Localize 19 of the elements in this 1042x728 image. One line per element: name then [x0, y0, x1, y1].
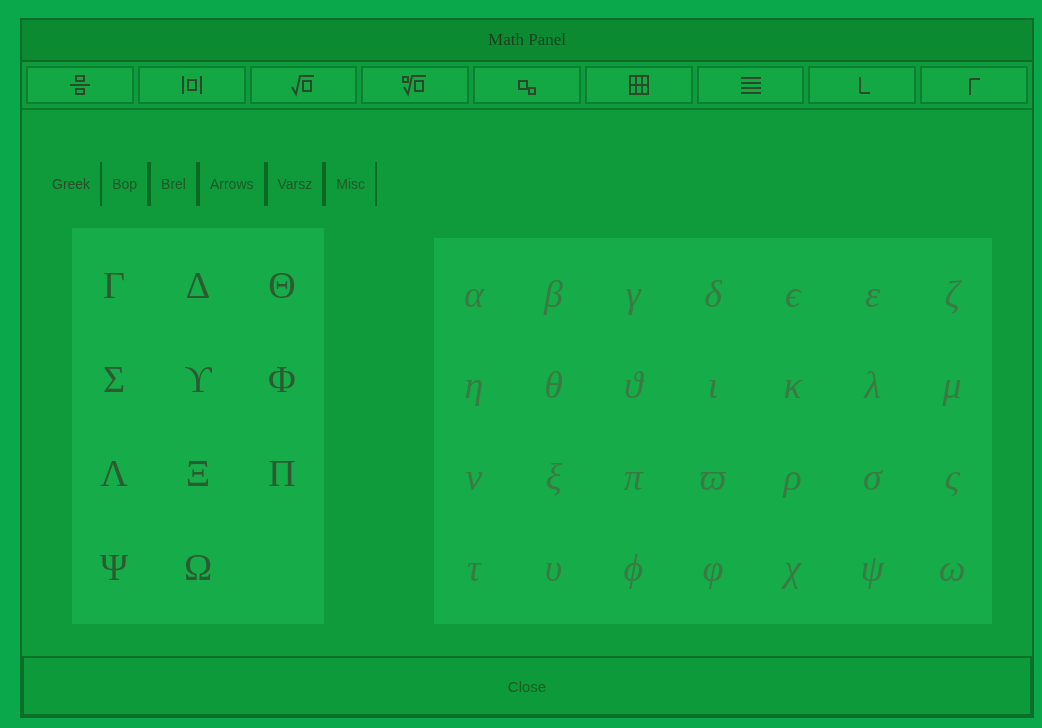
greek-symbol-button[interactable]: Δ: [156, 257, 240, 313]
greek-symbol-button[interactable]: Ω: [156, 539, 240, 595]
window-title: Math Panel: [488, 30, 566, 50]
tab[interactable]: Bop: [100, 162, 150, 206]
greek-symbol-button[interactable]: ϒ: [156, 351, 240, 407]
tab[interactable]: Varsz: [265, 162, 325, 206]
tab[interactable]: Misc: [324, 162, 378, 206]
greek-symbol-button[interactable]: Γ: [72, 257, 156, 313]
close-button[interactable]: Close: [22, 656, 1032, 716]
greek-symbol-button[interactable]: Π: [240, 445, 324, 501]
greek-symbol-button[interactable]: Θ: [240, 257, 324, 313]
greek-symbol-button[interactable]: Ψ: [72, 539, 156, 595]
greek-symbol-button[interactable]: Σ: [72, 351, 156, 407]
tab[interactable]: Arrows: [197, 162, 266, 206]
tab[interactable]: Brel: [149, 162, 198, 206]
greek-symbol-button[interactable]: Ξ: [156, 445, 240, 501]
greek-symbol-button[interactable]: Λ: [72, 445, 156, 501]
greek-symbol-button[interactable]: Φ: [240, 351, 324, 407]
tab[interactable]: Greek: [42, 162, 101, 206]
